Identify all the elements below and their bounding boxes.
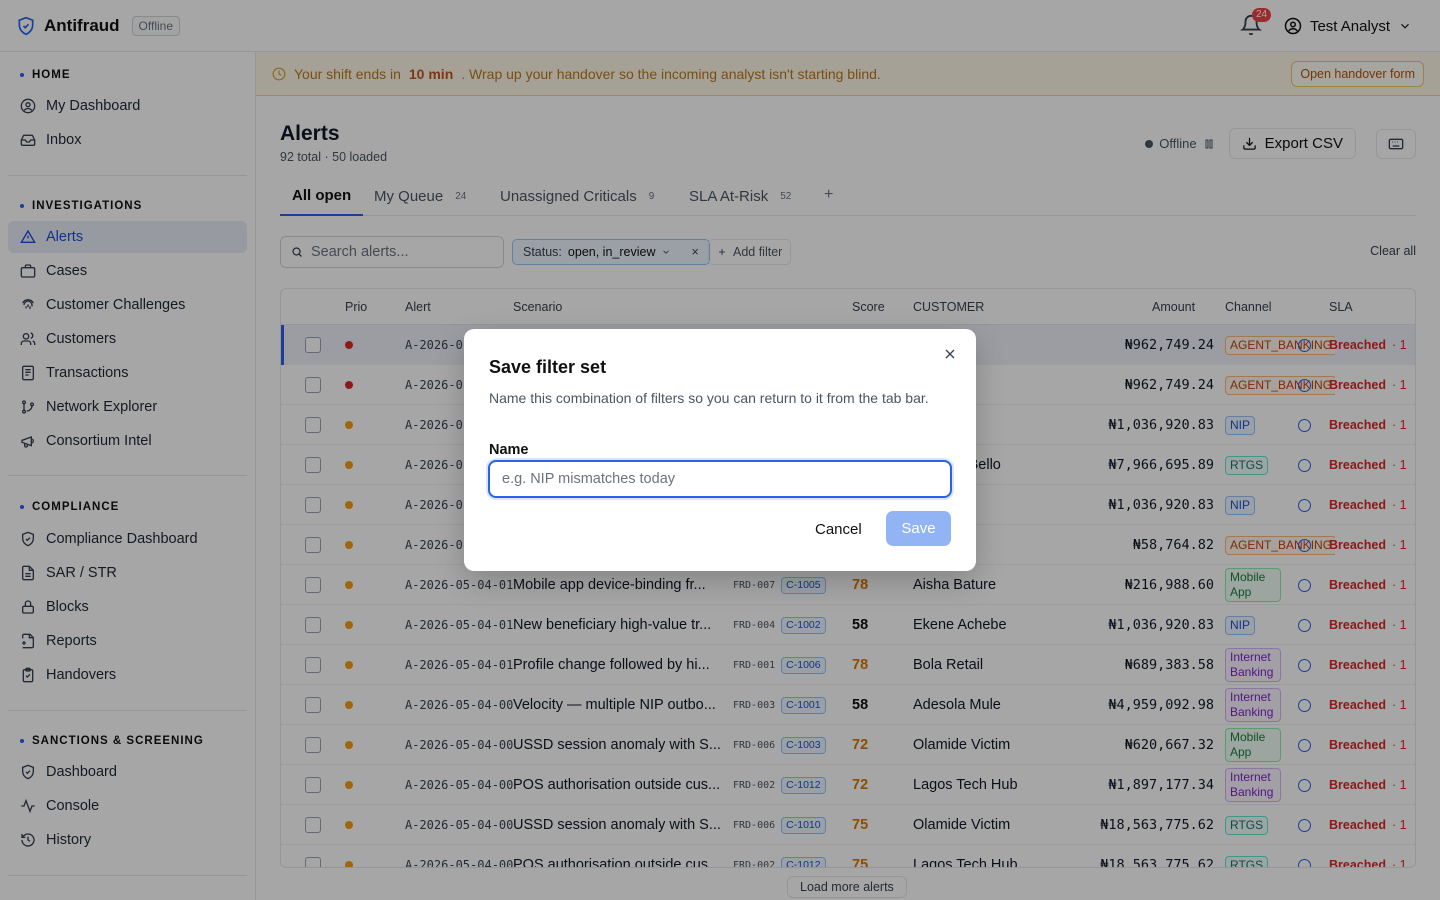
dialog-description: Name this combination of filters so you … xyxy=(489,390,929,406)
save-filter-set-dialog: Save filter set Name this combination of… xyxy=(464,329,976,571)
cancel-button[interactable]: Cancel xyxy=(805,512,872,546)
save-button[interactable]: Save xyxy=(886,511,951,546)
dialog-title: Save filter set xyxy=(489,357,607,377)
filter-set-name-input[interactable] xyxy=(488,460,952,498)
name-label: Name xyxy=(489,442,529,458)
close-icon[interactable] xyxy=(942,346,958,362)
